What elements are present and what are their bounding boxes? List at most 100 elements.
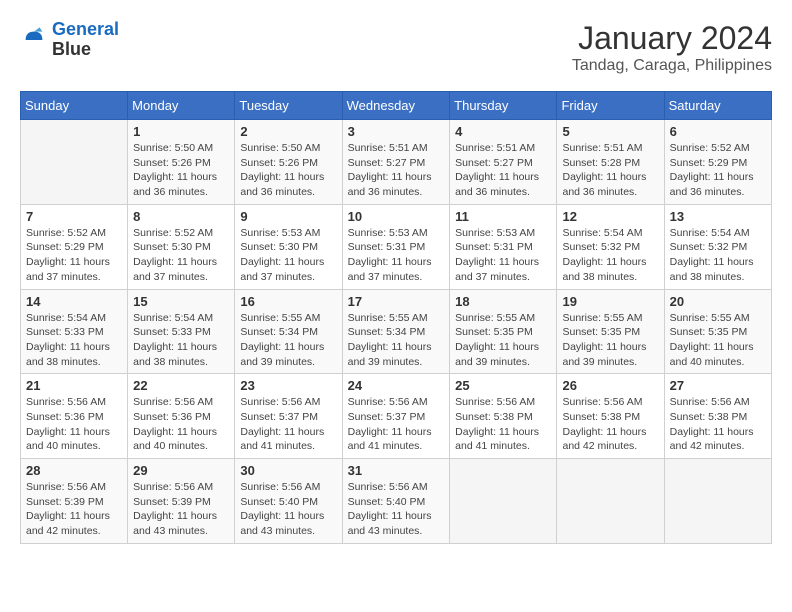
table-row: 27 Sunrise: 5:56 AMSunset: 5:38 PMDayligh… [664, 374, 771, 459]
day-info: Sunrise: 5:55 AMSunset: 5:35 PMDaylight:… [670, 311, 766, 370]
table-row: 18 Sunrise: 5:55 AMSunset: 5:35 PMDayligh… [450, 289, 557, 374]
header-saturday: Saturday [664, 92, 771, 120]
day-info: Sunrise: 5:56 AMSunset: 5:38 PMDaylight:… [562, 395, 658, 454]
day-number: 10 [348, 209, 445, 224]
table-row: 2Sunrise: 5:50 AMSunset: 5:26 PMDaylight… [235, 120, 342, 205]
day-number: 24 [348, 378, 445, 393]
table-row: 20Sunrise: 5:55 AMSunset: 5:35 PMDayligh… [664, 289, 771, 374]
header-sunday: Sunday [21, 92, 128, 120]
day-info: Sunrise: 5:51 AMSunset: 5:28 PMDaylight:… [562, 141, 658, 200]
table-row: 28 Sunrise: 5:56 AMSunset: 5:39 PMDayligh… [21, 459, 128, 544]
day-info: Sunrise: 5:56 AMSunset: 5:38 PMDaylight:… [670, 395, 766, 454]
logo-icon [20, 26, 48, 54]
day-number: 16 [240, 294, 336, 309]
page-header: General Blue January 2024 Tandag, Caraga… [20, 20, 772, 75]
header-wednesday: Wednesday [342, 92, 450, 120]
day-number: 9 [240, 209, 336, 224]
header-tuesday: Tuesday [235, 92, 342, 120]
day-info: Sunrise: 5:54 AMSunset: 5:32 PMDaylight:… [670, 226, 766, 285]
day-number: 6 [670, 124, 766, 139]
day-info: Sunrise: 5:56 AMSunset: 5:36 PMDaylight:… [26, 395, 122, 454]
calendar-week-row: 28 Sunrise: 5:56 AMSunset: 5:39 PMDayligh… [21, 459, 772, 544]
calendar-header-row: Sunday Monday Tuesday Wednesday Thursday… [21, 92, 772, 120]
calendar-week-row: 7Sunrise: 5:52 AMSunset: 5:29 PMDaylight… [21, 204, 772, 289]
calendar-title: January 2024 [572, 20, 772, 57]
day-number: 2 [240, 124, 336, 139]
table-row: 16 Sunrise: 5:55 AMSunset: 5:34 PMDayligh… [235, 289, 342, 374]
day-info: Sunrise: 5:52 AMSunset: 5:29 PMDaylight:… [26, 226, 122, 285]
day-info: Sunrise: 5:53 AMSunset: 5:30 PMDaylight:… [240, 226, 336, 285]
table-row [450, 459, 557, 544]
day-info: Sunrise: 5:53 AMSunset: 5:31 PMDaylight:… [455, 226, 551, 285]
table-row: 9 Sunrise: 5:53 AMSunset: 5:30 PMDaylight… [235, 204, 342, 289]
table-row: 12Sunrise: 5:54 AMSunset: 5:32 PMDayligh… [557, 204, 664, 289]
day-number: 21 [26, 378, 122, 393]
table-row [557, 459, 664, 544]
day-number: 19 [562, 294, 658, 309]
day-info: Sunrise: 5:56 AMSunset: 5:40 PMDaylight:… [348, 480, 445, 539]
table-row: 3 Sunrise: 5:51 AMSunset: 5:27 PMDaylight… [342, 120, 450, 205]
day-number: 25 [455, 378, 551, 393]
day-info: Sunrise: 5:50 AMSunset: 5:26 PMDaylight:… [133, 141, 229, 200]
logo-text: General Blue [52, 20, 119, 60]
day-number: 30 [240, 463, 336, 478]
table-row [21, 120, 128, 205]
day-number: 14 [26, 294, 122, 309]
table-row: 10 Sunrise: 5:53 AMSunset: 5:31 PMDayligh… [342, 204, 450, 289]
day-info: Sunrise: 5:53 AMSunset: 5:31 PMDaylight:… [348, 226, 445, 285]
day-info: Sunrise: 5:55 AMSunset: 5:34 PMDaylight:… [348, 311, 445, 370]
table-row: 24 Sunrise: 5:56 AMSunset: 5:37 PMDayligh… [342, 374, 450, 459]
table-row [664, 459, 771, 544]
day-info: Sunrise: 5:56 AMSunset: 5:37 PMDaylight:… [240, 395, 336, 454]
calendar-subtitle: Tandag, Caraga, Philippines [572, 57, 772, 75]
day-info: Sunrise: 5:56 AMSunset: 5:38 PMDaylight:… [455, 395, 551, 454]
calendar-week-row: 14Sunrise: 5:54 AMSunset: 5:33 PMDayligh… [21, 289, 772, 374]
table-row: 26 Sunrise: 5:56 AMSunset: 5:38 PMDayligh… [557, 374, 664, 459]
day-info: Sunrise: 5:56 AMSunset: 5:39 PMDaylight:… [26, 480, 122, 539]
day-number: 28 [26, 463, 122, 478]
day-info: Sunrise: 5:56 AMSunset: 5:37 PMDaylight:… [348, 395, 445, 454]
header-friday: Friday [557, 92, 664, 120]
title-block: January 2024 Tandag, Caraga, Philippines [572, 20, 772, 75]
day-number: 27 [670, 378, 766, 393]
day-info: Sunrise: 5:54 AMSunset: 5:32 PMDaylight:… [562, 226, 658, 285]
day-number: 3 [348, 124, 445, 139]
day-number: 29 [133, 463, 229, 478]
day-number: 17 [348, 294, 445, 309]
day-number: 26 [562, 378, 658, 393]
table-row: 6 Sunrise: 5:52 AMSunset: 5:29 PMDaylight… [664, 120, 771, 205]
day-number: 22 [133, 378, 229, 393]
day-info: Sunrise: 5:51 AMSunset: 5:27 PMDaylight:… [455, 141, 551, 200]
table-row: 8Sunrise: 5:52 AMSunset: 5:30 PMDaylight… [128, 204, 235, 289]
table-row: 11Sunrise: 5:53 AMSunset: 5:31 PMDayligh… [450, 204, 557, 289]
day-info: Sunrise: 5:52 AMSunset: 5:29 PMDaylight:… [670, 141, 766, 200]
calendar-week-row: 21 Sunrise: 5:56 AMSunset: 5:36 PMDayligh… [21, 374, 772, 459]
table-row: 7Sunrise: 5:52 AMSunset: 5:29 PMDaylight… [21, 204, 128, 289]
table-row: 17 Sunrise: 5:55 AMSunset: 5:34 PMDayligh… [342, 289, 450, 374]
table-row: 29Sunrise: 5:56 AMSunset: 5:39 PMDayligh… [128, 459, 235, 544]
day-info: Sunrise: 5:56 AMSunset: 5:40 PMDaylight:… [240, 480, 336, 539]
day-info: Sunrise: 5:55 AMSunset: 5:35 PMDaylight:… [455, 311, 551, 370]
header-monday: Monday [128, 92, 235, 120]
day-info: Sunrise: 5:56 AMSunset: 5:36 PMDaylight:… [133, 395, 229, 454]
day-info: Sunrise: 5:55 AMSunset: 5:34 PMDaylight:… [240, 311, 336, 370]
day-number: 1 [133, 124, 229, 139]
table-row: 14Sunrise: 5:54 AMSunset: 5:33 PMDayligh… [21, 289, 128, 374]
day-info: Sunrise: 5:51 AMSunset: 5:27 PMDaylight:… [348, 141, 445, 200]
day-info: Sunrise: 5:52 AMSunset: 5:30 PMDaylight:… [133, 226, 229, 285]
table-row: 22 Sunrise: 5:56 AMSunset: 5:36 PMDayligh… [128, 374, 235, 459]
table-row: 13Sunrise: 5:54 AMSunset: 5:32 PMDayligh… [664, 204, 771, 289]
day-number: 15 [133, 294, 229, 309]
calendar-table: Sunday Monday Tuesday Wednesday Thursday… [20, 91, 772, 544]
day-number: 18 [455, 294, 551, 309]
day-number: 23 [240, 378, 336, 393]
table-row: 19 Sunrise: 5:55 AMSunset: 5:35 PMDayligh… [557, 289, 664, 374]
table-row: 31Sunrise: 5:56 AMSunset: 5:40 PMDayligh… [342, 459, 450, 544]
day-info: Sunrise: 5:55 AMSunset: 5:35 PMDaylight:… [562, 311, 658, 370]
table-row: 21 Sunrise: 5:56 AMSunset: 5:36 PMDayligh… [21, 374, 128, 459]
table-row: 5 Sunrise: 5:51 AMSunset: 5:28 PMDaylight… [557, 120, 664, 205]
table-row: 15Sunrise: 5:54 AMSunset: 5:33 PMDayligh… [128, 289, 235, 374]
table-row: 4Sunrise: 5:51 AMSunset: 5:27 PMDaylight… [450, 120, 557, 205]
day-number: 5 [562, 124, 658, 139]
logo: General Blue [20, 20, 119, 60]
